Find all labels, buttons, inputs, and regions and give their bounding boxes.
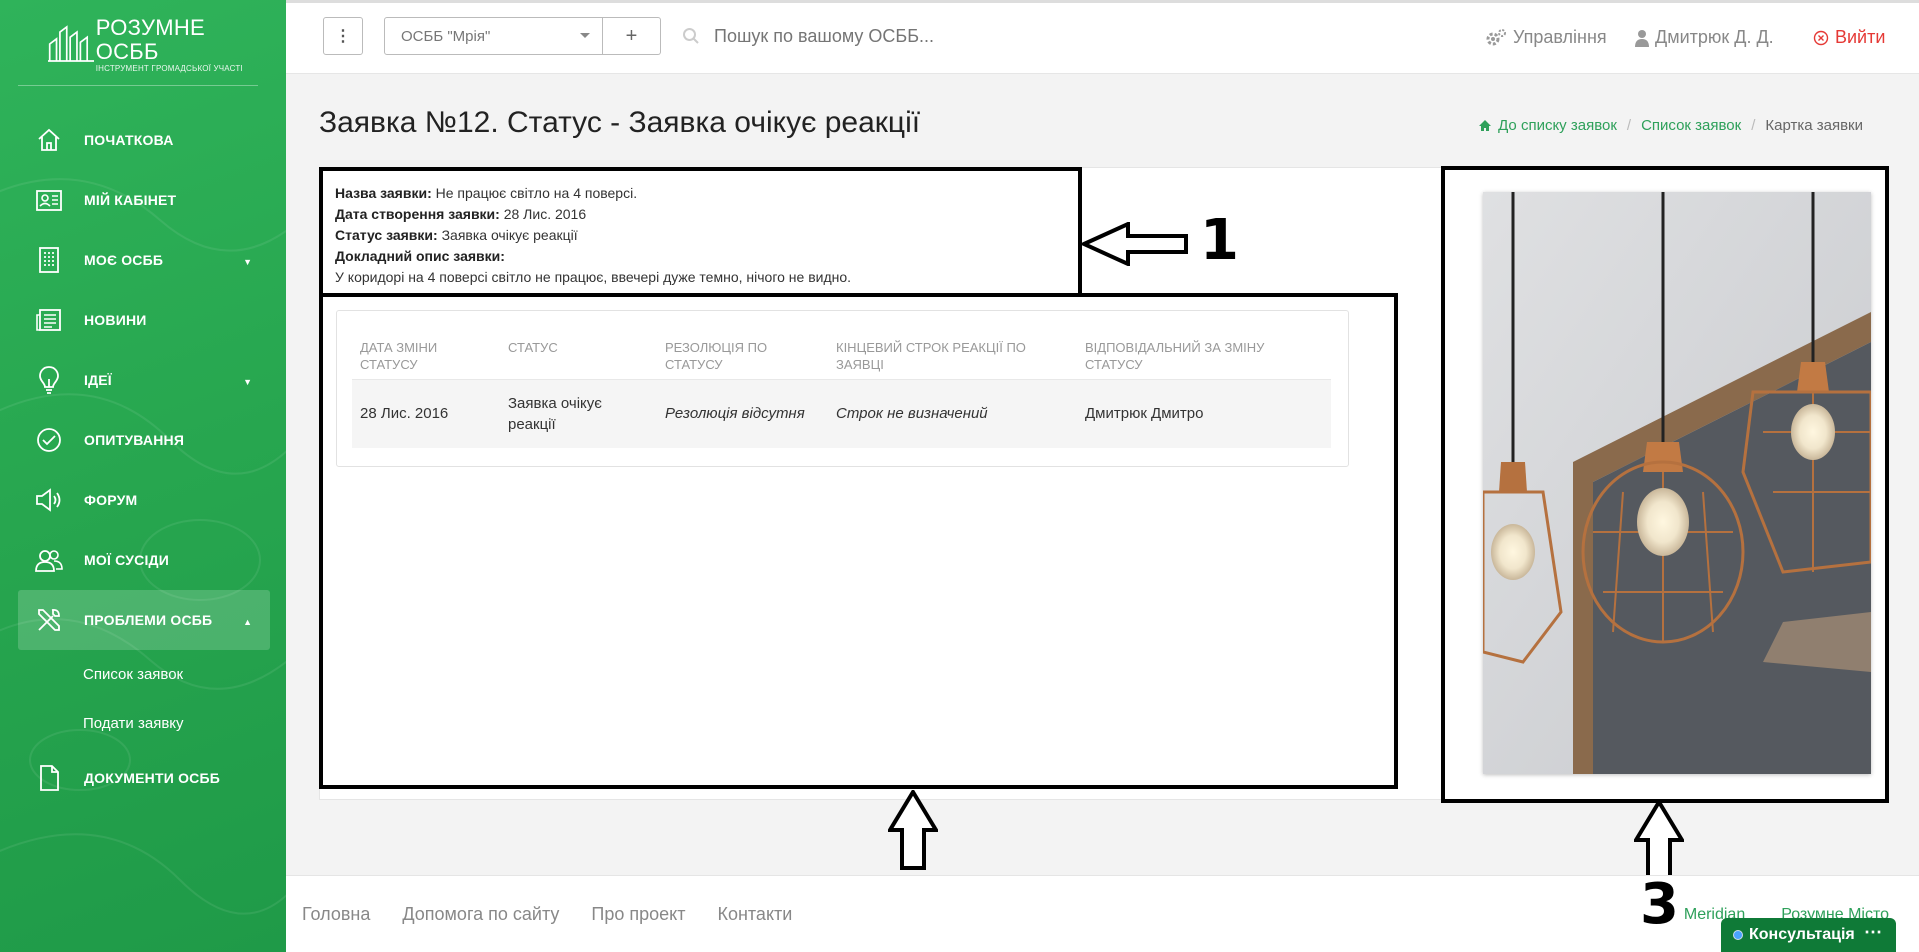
manage-label: Управління bbox=[1513, 27, 1607, 47]
sidebar-item-my-osbb[interactable]: МОЄ ОСББ ▼ bbox=[18, 230, 270, 290]
arrow-left-icon bbox=[1082, 222, 1188, 266]
sidebar-subitem-submit-request[interactable]: Подати заявку bbox=[18, 699, 270, 748]
footer-link-help[interactable]: Допомога по сайту bbox=[402, 904, 559, 925]
sidebar-item-documents[interactable]: ДОКУМЕНТИ ОСББ bbox=[18, 748, 270, 808]
search-input[interactable] bbox=[714, 25, 1234, 47]
gears-icon bbox=[1486, 28, 1506, 45]
sidebar-item-label: ДОКУМЕНТИ ОСББ bbox=[84, 770, 221, 786]
sidebar-item-news[interactable]: НОВИНИ bbox=[18, 290, 270, 350]
footer-link-about[interactable]: Про проект bbox=[591, 904, 685, 925]
newspaper-icon bbox=[34, 305, 64, 335]
annotation-box-2 bbox=[319, 293, 1398, 789]
chevron-down-icon: ▼ bbox=[243, 377, 252, 387]
sidebar-item-neighbors[interactable]: МОЇ СУСІДИ bbox=[18, 530, 270, 590]
search-bar bbox=[682, 17, 1282, 55]
annotation-number-1: 1 bbox=[1200, 208, 1239, 273]
page-title: Заявка №12. Статус - Заявка очікує реакц… bbox=[319, 106, 921, 139]
annotation-box-1 bbox=[319, 167, 1082, 297]
sidebar-item-label: МОЄ ОСББ bbox=[84, 252, 164, 268]
id-card-icon bbox=[34, 185, 64, 215]
tools-icon bbox=[34, 605, 64, 635]
breadcrumb-requests-list[interactable]: Список заявок bbox=[1641, 117, 1741, 134]
sidebar-item-ideas[interactable]: ІДЕЇ ▼ bbox=[18, 350, 270, 410]
more-menu-button[interactable]: ⋮ bbox=[323, 17, 363, 55]
sidebar-item-label: ІДЕЇ bbox=[84, 372, 112, 388]
users-icon bbox=[34, 545, 64, 575]
search-icon bbox=[683, 28, 699, 44]
breadcrumb-separator: / bbox=[1626, 117, 1632, 134]
sidebar-item-forum[interactable]: ФОРУМ bbox=[18, 470, 270, 530]
breadcrumb-requests[interactable]: До списку заявок bbox=[1498, 117, 1617, 134]
sidebar-item-home[interactable]: ПОЧАТКОВА bbox=[18, 110, 270, 170]
user-name: Дмитрюк Д. Д. bbox=[1655, 27, 1774, 47]
logo-subtitle: ІНСТРУМЕНТ ГРОМАДСЬКОЇ УЧАСТІ bbox=[95, 63, 243, 73]
user-icon bbox=[1635, 29, 1649, 47]
sidebar-item-cabinet[interactable]: МІЙ КАБІНЕТ bbox=[18, 170, 270, 230]
lightbulb-icon bbox=[34, 365, 64, 395]
vertical-dots-icon: ⋮ bbox=[335, 28, 351, 45]
sidebar-nav: ПОЧАТКОВА МІЙ КАБІНЕТ МОЄ ОСББ ▼ НОВИНИ … bbox=[18, 110, 270, 808]
breadcrumb: До списку заявок / Список заявок / Картк… bbox=[1478, 117, 1863, 134]
arrow-up-icon bbox=[1634, 800, 1684, 880]
breadcrumb-current: Картка заявки bbox=[1765, 117, 1863, 134]
megaphone-icon bbox=[34, 485, 64, 515]
breadcrumb-separator: / bbox=[1751, 117, 1756, 134]
logo-divider bbox=[18, 85, 258, 86]
check-circle-icon bbox=[34, 425, 64, 455]
sidebar-subitem-requests-list[interactable]: Список заявок bbox=[18, 650, 270, 699]
sidebar-item-label: МІЙ КАБІНЕТ bbox=[84, 192, 177, 208]
footer-link-home[interactable]: Головна bbox=[302, 904, 370, 925]
manage-link[interactable]: Управління bbox=[1485, 27, 1607, 48]
logout-label: Вийти bbox=[1835, 27, 1886, 47]
consultation-label: Консультація bbox=[1749, 926, 1855, 943]
logo-buildings-icon bbox=[48, 25, 94, 62]
osbb-select-value: ОСББ "Мрія" bbox=[401, 27, 491, 45]
arrow-up-icon bbox=[888, 790, 938, 870]
home-icon bbox=[1479, 120, 1492, 131]
sidebar-item-label: ПРОБЛЕМИ ОСББ bbox=[84, 612, 213, 628]
top-bar: ⋮ ОСББ "Мрія" + Управління Дмитрюк Д. Д.… bbox=[286, 0, 1919, 74]
home-icon bbox=[34, 125, 64, 155]
sidebar-item-label: НОВИНИ bbox=[84, 312, 147, 328]
app-logo[interactable]: РОЗУМНЕ ОСББ ІНСТРУМЕНТ ГРОМАДСЬКОЇ УЧАС… bbox=[48, 15, 248, 73]
building-icon bbox=[34, 245, 64, 275]
more-icon: ⋯ bbox=[1864, 922, 1882, 942]
annotation-number-3: 3 bbox=[1640, 872, 1679, 937]
sidebar-item-problems[interactable]: ПРОБЛЕМИ ОСББ ▲ bbox=[18, 590, 270, 650]
footer-link-contacts[interactable]: Контакти bbox=[717, 904, 792, 925]
sidebar-item-label: ФОРУМ bbox=[84, 492, 138, 508]
footer-links: Головна Допомога по сайту Про проект Кон… bbox=[302, 904, 824, 925]
chevron-up-icon: ▲ bbox=[243, 617, 252, 627]
logo-title: РОЗУМНЕ ОСББ bbox=[95, 14, 206, 64]
add-osbb-button[interactable]: + bbox=[603, 17, 661, 55]
online-status-icon bbox=[1733, 930, 1743, 940]
close-circle-icon bbox=[1813, 30, 1829, 45]
plus-icon: + bbox=[625, 24, 638, 47]
user-menu[interactable]: Дмитрюк Д. Д. bbox=[1635, 27, 1774, 48]
sidebar-item-label: МОЇ СУСІДИ bbox=[84, 552, 169, 568]
osbb-select[interactable]: ОСББ "Мрія" bbox=[384, 17, 603, 55]
caret-down-icon bbox=[580, 33, 590, 38]
document-icon bbox=[34, 763, 64, 793]
sidebar: РОЗУМНЕ ОСББ ІНСТРУМЕНТ ГРОМАДСЬКОЇ УЧАС… bbox=[0, 0, 286, 952]
sidebar-item-polls[interactable]: ОПИТУВАННЯ bbox=[18, 410, 270, 470]
logout-link[interactable]: Вийти bbox=[1813, 27, 1885, 48]
chevron-down-icon: ▼ bbox=[243, 257, 252, 267]
annotation-box-3 bbox=[1441, 166, 1889, 803]
consultation-chat-button[interactable]: Консультація ⋯ bbox=[1721, 918, 1896, 952]
sidebar-item-label: ПОЧАТКОВА bbox=[84, 132, 174, 148]
sidebar-item-label: ОПИТУВАННЯ bbox=[84, 432, 185, 448]
